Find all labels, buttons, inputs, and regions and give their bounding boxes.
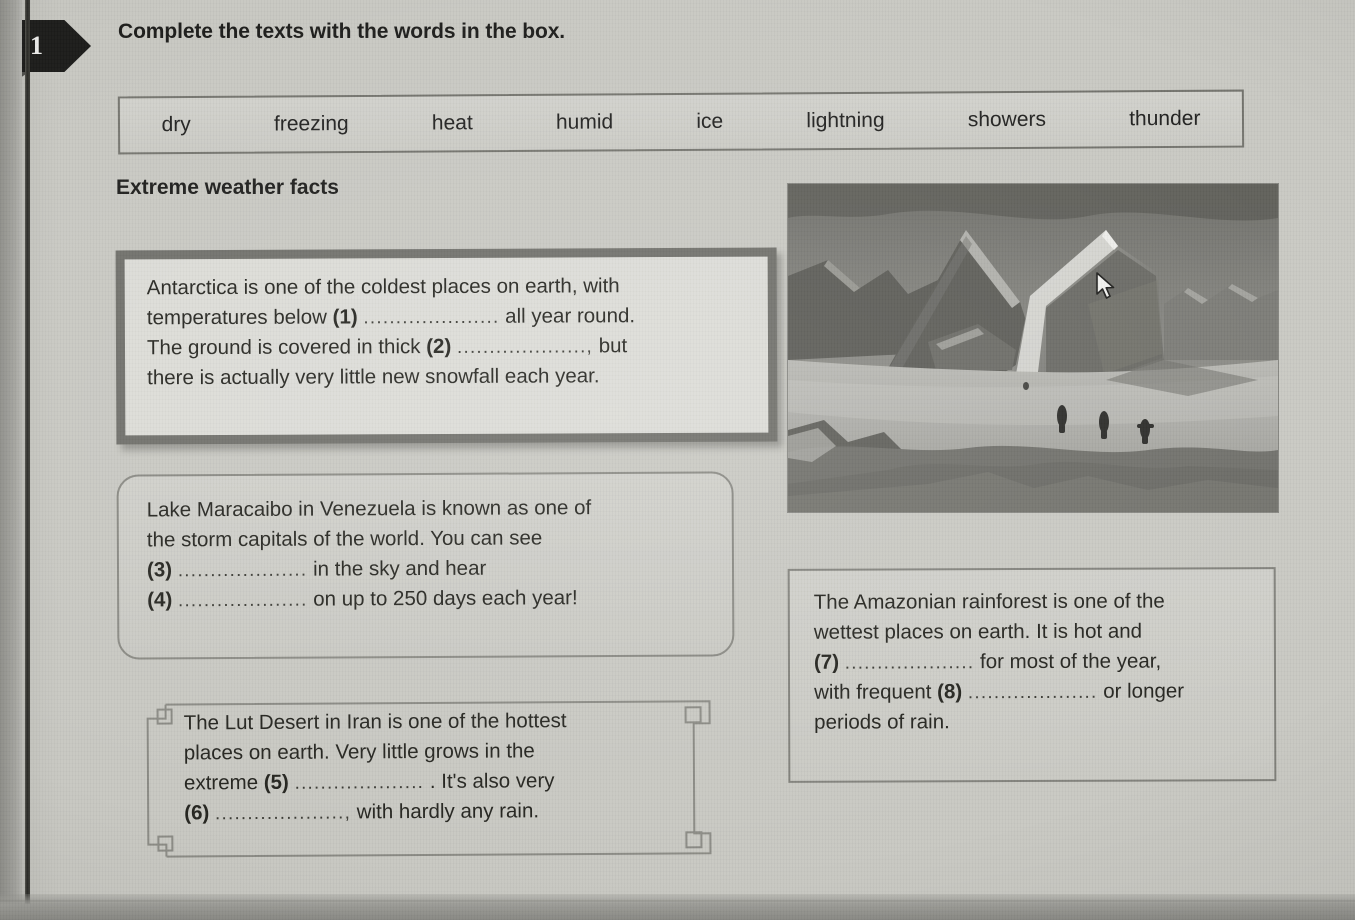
amazon-line-3: (7) .................... for most of the…	[814, 646, 1260, 677]
antarctica-line-3-text-b: but	[598, 334, 628, 358]
maracaibo-line-4: (4) .................... on up to 250 da…	[147, 582, 714, 615]
antarctica-line-4: there is actually very little new snowfa…	[147, 364, 600, 390]
maracaibo-line-3-text-b: in the sky and hear	[313, 556, 487, 581]
maracaibo-gap-4-label: (4)	[147, 588, 173, 612]
antarctica-gap-1-blank[interactable]: .....................	[363, 307, 499, 329]
fact-box-lut-desert: The Lut Desert in Iran is one of the hot…	[127, 693, 718, 864]
word-bank-item-dry[interactable]: dry	[120, 113, 233, 138]
amazon-line-4-text-a: with frequent	[814, 680, 932, 704]
antarctica-gap-1-label: (1)	[332, 305, 358, 329]
antarctica-line-2: temperatures below (1) .................…	[147, 301, 748, 334]
lut-line-3: extreme (5) .................... . It's …	[184, 765, 704, 798]
word-bank-item-heat[interactable]: heat	[390, 111, 514, 136]
lut-gap-6-label: (6)	[184, 801, 210, 825]
fact-box-antarctica: Antarctica is one of the coldest places …	[115, 247, 778, 445]
amazon-line-4-text-b: or longer	[1103, 679, 1185, 703]
word-bank-item-thunder[interactable]: thunder	[1088, 107, 1243, 132]
lut-line-3-text-b: . It's also very	[429, 769, 555, 793]
maracaibo-line-4-text-b: on up to 250 days each year!	[313, 585, 578, 611]
antarctica-line-2-text-b: all year round.	[505, 304, 636, 328]
book-spine-line	[25, 0, 30, 920]
word-bank-item-ice[interactable]: ice	[655, 109, 765, 134]
book-gutter-shadow	[0, 0, 22, 920]
amazon-line-5: periods of rain.	[814, 709, 950, 734]
amazon-line-2: wettest places on earth. It is hot and	[813, 619, 1143, 644]
word-bank-item-freezing[interactable]: freezing	[232, 112, 390, 137]
maracaibo-line-3: (3) .................... in the sky and …	[147, 552, 714, 585]
maracaibo-gap-4-blank[interactable]: ....................	[178, 589, 308, 611]
antarctica-line-3-text-a: The ground is covered in thick	[146, 334, 421, 360]
maracaibo-line-2: the storm capitals of the world. You can…	[146, 526, 543, 552]
antarctica-line-3: The ground is covered in thick (2) .....…	[147, 331, 748, 364]
maracaibo-gap-3-blank[interactable]: ....................	[178, 559, 308, 581]
antarctica-gap-2-label: (2)	[426, 334, 452, 358]
amazon-gap-7-blank[interactable]: ....................	[845, 652, 975, 673]
word-bank-item-lightning[interactable]: lightning	[765, 109, 927, 134]
amazon-gap-8-label: (8)	[937, 680, 963, 704]
word-bank-item-humid[interactable]: humid	[514, 110, 655, 135]
lut-gap-5-blank[interactable]: ....................	[294, 772, 424, 794]
amazon-line-4: with frequent (8) .................... o…	[814, 676, 1260, 707]
antarctica-photo-illustration	[788, 184, 1278, 512]
lut-gap-6-blank[interactable]: ....................,	[215, 802, 351, 824]
antarctica-line-1: Antarctica is one of the coldest places …	[146, 274, 620, 300]
workbook-page: 1 Complete the texts with the words in t…	[0, 0, 1355, 920]
amazon-line-1: The Amazonian rainforest is one of the	[813, 589, 1165, 614]
antarctica-photo	[788, 184, 1278, 512]
amazon-gap-8-blank[interactable]: ....................	[968, 682, 1098, 703]
exercise-number-label: 1	[30, 31, 43, 60]
antarctica-line-2-text-a: temperatures below	[146, 305, 327, 330]
maracaibo-line-1: Lake Maracaibo in Venezuela is known as …	[146, 496, 592, 522]
section-title: Extreme weather facts	[116, 176, 339, 199]
lut-line-4-text-b: with hardly any rain.	[356, 799, 540, 824]
word-bank-box: dry freezing heat humid ice lightning sh…	[117, 89, 1245, 155]
lut-line-1: The Lut Desert in Iran is one of the hot…	[183, 709, 567, 735]
page-bottom-edge	[0, 894, 1355, 920]
fact-box-antarctica-inner: Antarctica is one of the coldest places …	[124, 256, 769, 436]
fact-box-amazon: The Amazonian rainforest is one of the w…	[787, 567, 1277, 783]
maracaibo-gap-3-label: (3)	[146, 558, 173, 582]
antarctica-gap-2-blank[interactable]: ....................,	[457, 336, 593, 358]
amazon-line-3-text-b: for most of the year,	[979, 649, 1162, 674]
lut-line-2: places on earth. Very little grows in th…	[183, 739, 535, 765]
lut-gap-5-label: (5)	[263, 770, 289, 794]
fact-box-maracaibo: Lake Maracaibo in Venezuela is known as …	[116, 471, 735, 660]
exercise-instruction: Complete the texts with the words in the…	[118, 20, 566, 43]
word-bank-item-showers[interactable]: showers	[926, 108, 1088, 133]
lut-line-3-text-a: extreme	[183, 770, 259, 795]
lut-line-4: (6) ...................., with hardly an…	[184, 795, 704, 828]
amazon-gap-7-label: (7)	[813, 650, 840, 674]
